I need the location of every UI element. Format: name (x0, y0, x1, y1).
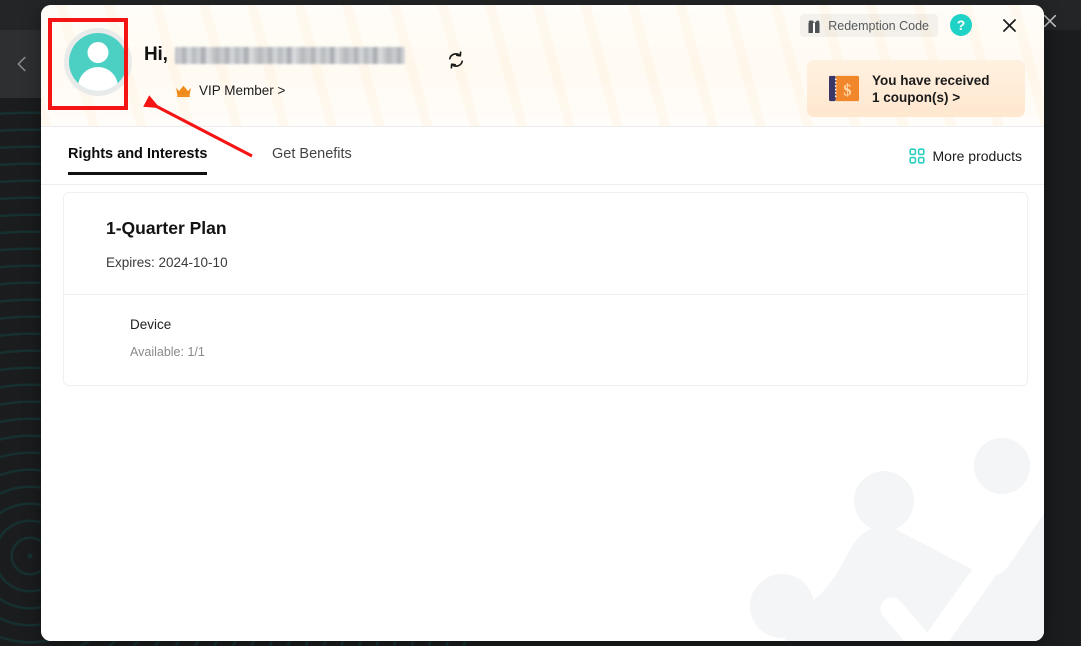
gift-icon (808, 20, 820, 33)
username-redacted (174, 46, 405, 64)
greeting-row: Hi, (144, 44, 405, 66)
grid-icon (908, 148, 925, 164)
help-label: ? (956, 17, 966, 33)
refresh-icon[interactable] (446, 50, 466, 70)
redemption-code-label: Redemption Code (828, 18, 929, 33)
user-avatar-icon (69, 33, 127, 91)
brand-watermark (750, 438, 1044, 641)
dialog-body: 1-Quarter Plan Expires: 2024-10-10 Devic… (41, 185, 1044, 641)
vip-member-link[interactable]: VIP Member > (175, 83, 285, 98)
plan-detail-row: Device Available: 1/1 (64, 295, 1027, 385)
more-products-label: More products (932, 148, 1022, 164)
coupon-banner[interactable]: $ You have received 1 coupon(s) > (807, 60, 1025, 117)
plan-card: 1-Quarter Plan Expires: 2024-10-10 Devic… (63, 192, 1028, 386)
plan-expiry: Expires: 2024-10-10 (106, 255, 228, 270)
device-available: Available: 1/1 (130, 345, 205, 359)
app-root: Hi, VIP Member > Redemption Code ? $ You… (0, 0, 1081, 646)
redemption-code-button[interactable]: Redemption Code (800, 14, 938, 37)
coupon-line-2: 1 coupon(s) > (872, 89, 961, 105)
tab-rights-and-interests[interactable]: Rights and Interests (68, 146, 208, 175)
more-products-button[interactable]: More products (908, 148, 1022, 164)
crown-icon (176, 85, 191, 97)
close-icon (1002, 18, 1016, 32)
plan-title: 1-Quarter Plan (106, 218, 227, 238)
membership-dialog: Hi, VIP Member > Redemption Code ? $ You… (41, 5, 1044, 641)
tab-bar: Rights and Interests Get Benefits More p… (41, 127, 1044, 185)
tab-get-benefits[interactable]: Get Benefits (272, 146, 352, 172)
dialog-header: Hi, VIP Member > Redemption Code ? $ You… (41, 5, 1044, 127)
help-button[interactable]: ? (950, 14, 972, 36)
chevron-left-icon (17, 56, 26, 72)
plan-header: 1-Quarter Plan Expires: 2024-10-10 (64, 193, 1027, 294)
greeting-text: Hi, (144, 44, 168, 65)
coupon-line-1: You have received (872, 72, 990, 88)
coupon-text: You have received 1 coupon(s) > (872, 72, 990, 106)
dialog-close-button[interactable] (996, 12, 1022, 38)
vip-member-label: VIP Member > (199, 83, 286, 98)
coupon-ticket-icon: $ (829, 75, 860, 102)
device-label: Device (130, 317, 172, 332)
svg-text:$: $ (843, 80, 851, 99)
avatar[interactable] (64, 28, 132, 96)
back-button[interactable] (0, 30, 44, 98)
